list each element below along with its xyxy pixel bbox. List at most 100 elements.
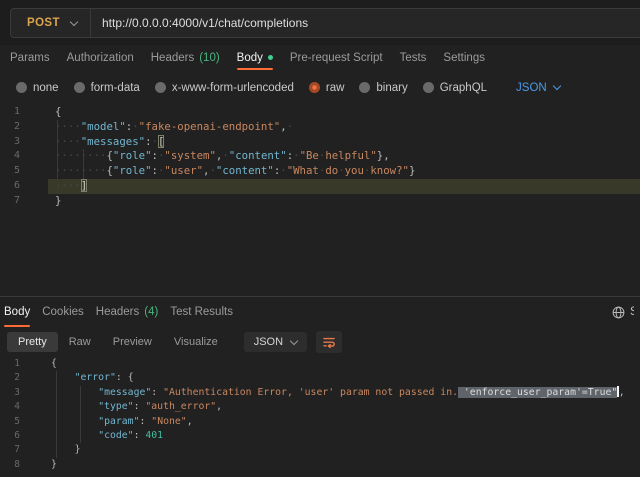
unsaved-changes-dot-icon xyxy=(268,55,273,60)
code-token: ········ xyxy=(55,164,106,177)
radio-icon xyxy=(74,82,85,93)
code-content: } xyxy=(45,458,640,472)
body-type-option-none[interactable]: none xyxy=(16,82,59,94)
code-line: 1{ xyxy=(0,105,640,120)
tab-label: Cookies xyxy=(42,306,84,318)
code-line: 3 "message": "Authentication Error, 'use… xyxy=(0,386,640,400)
response-tab-cookies[interactable]: Cookies xyxy=(42,297,84,327)
indent-guide xyxy=(57,120,58,194)
raw-language-selector[interactable]: JSON xyxy=(516,82,560,94)
code-token: "user" xyxy=(164,164,203,177)
tab-tests[interactable]: Tests xyxy=(400,45,427,70)
indent-guide xyxy=(56,371,57,457)
body-type-option-x-www-form-urlencoded[interactable]: x-www-form-urlencoded xyxy=(155,82,294,94)
response-toolbar: PrettyRawPreviewVisualize JSON xyxy=(0,327,640,357)
line-number: 6 xyxy=(0,179,20,194)
tab-settings[interactable]: Settings xyxy=(443,45,485,70)
code-token: { xyxy=(51,358,57,369)
raw-language-label: JSON xyxy=(516,82,547,94)
view-button-visualize[interactable]: Visualize xyxy=(163,332,229,352)
url-input[interactable]: http://0.0.0.0:4000/v1/chat/completions xyxy=(91,16,308,30)
code-token: "None" xyxy=(151,416,186,427)
code-token: "model" xyxy=(81,120,126,133)
method-selector[interactable]: POST xyxy=(11,9,91,37)
view-button-pretty[interactable]: Pretty xyxy=(7,332,58,352)
tab-label: Body xyxy=(237,52,263,64)
line-number: 3 xyxy=(0,135,20,150)
code-token: "auth_error" xyxy=(145,401,216,412)
response-language-selector[interactable]: JSON xyxy=(244,332,307,352)
globe-icon[interactable] xyxy=(612,306,625,319)
code-content: ········{"role":·"system",·"content":·"B… xyxy=(48,149,640,164)
postman-app: POST http://0.0.0.0:4000/v1/chat/complet… xyxy=(0,0,640,477)
code-content: "param": "None", xyxy=(45,415,640,429)
wrap-text-button[interactable] xyxy=(316,331,342,353)
response-tab-headers[interactable]: Headers (4) xyxy=(96,297,159,327)
body-type-option-raw[interactable]: raw xyxy=(309,82,345,94)
code-content: { xyxy=(45,357,640,371)
code-content: { xyxy=(48,105,640,120)
code-line: 5 "param": "None", xyxy=(0,415,640,429)
response-body-viewer[interactable]: 1{2 "error": {3 "message": "Authenticati… xyxy=(0,357,640,477)
code-token: "content" xyxy=(216,164,274,177)
code-line: 7} xyxy=(0,194,640,209)
code-token: know?" xyxy=(370,164,409,177)
code-token: }, xyxy=(377,149,390,162)
code-token: "Be xyxy=(300,149,319,162)
indent-guide xyxy=(80,386,81,444)
tab-label: Test Results xyxy=(170,306,233,318)
response-section: Body Cookies Headers (4) Test Results S Prett… xyxy=(0,296,640,477)
code-line: 4········{"role":·"system",·"content":·"… xyxy=(0,149,640,164)
body-type-option-graphql[interactable]: GraphQL xyxy=(423,82,487,94)
line-number: 8 xyxy=(0,458,20,472)
code-content: "error": { xyxy=(45,371,640,385)
radio-icon xyxy=(359,82,370,93)
body-type-option-form-data[interactable]: form-data xyxy=(74,82,140,94)
code-content: ····] xyxy=(48,179,640,194)
radio-icon xyxy=(423,82,434,93)
response-tabs-right: S xyxy=(612,297,634,327)
tab-label: Pre-request Script xyxy=(290,52,383,64)
line-number: 6 xyxy=(0,429,20,443)
response-tab-body[interactable]: Body xyxy=(4,297,30,327)
radio-label: x-www-form-urlencoded xyxy=(172,82,294,94)
code-line: 1{ xyxy=(0,357,640,371)
code-line: 2····"model":·"fake-openai-endpoint",· xyxy=(0,120,640,135)
request-url-row: POST http://0.0.0.0:4000/v1/chat/complet… xyxy=(0,0,640,45)
tab-label: Headers xyxy=(96,306,139,318)
chevron-down-icon xyxy=(552,82,560,90)
tab-label: Settings xyxy=(443,52,485,64)
code-content: ····"messages":·[ xyxy=(48,135,640,150)
request-body-editor[interactable]: 1{2····"model":·"fake-openai-endpoint",·… xyxy=(0,105,640,296)
tab-label: Tests xyxy=(400,52,427,64)
code-token: "param" xyxy=(98,416,139,427)
code-token xyxy=(51,387,98,398)
response-tab-test-results[interactable]: Test Results xyxy=(170,297,233,327)
tab-label: Headers xyxy=(151,52,194,64)
tab-label: Body xyxy=(4,306,30,318)
tab-pre-request-script[interactable]: Pre-request Script xyxy=(290,45,383,70)
view-button-preview[interactable]: Preview xyxy=(102,332,163,352)
tab-body[interactable]: Body xyxy=(237,45,273,70)
code-token: { xyxy=(128,372,134,383)
line-number: 2 xyxy=(0,120,20,135)
code-token xyxy=(51,444,75,455)
code-line: 3 ····"messages":·[ xyxy=(0,135,640,150)
radio-icon xyxy=(16,82,27,93)
line-number: 4 xyxy=(0,400,20,414)
code-content: "type": "auth_error", xyxy=(45,400,640,414)
code-token xyxy=(51,401,98,412)
tab-headers[interactable]: Headers(10) xyxy=(151,45,220,70)
radio-icon xyxy=(309,82,320,93)
tab-count-badge: (4) xyxy=(144,306,158,318)
tab-label: Params xyxy=(10,52,50,64)
code-token xyxy=(51,430,98,441)
line-number: 3 xyxy=(0,386,20,400)
code-token: { xyxy=(55,105,61,118)
tab-params[interactable]: Params xyxy=(10,45,50,70)
tab-authorization[interactable]: Authorization xyxy=(67,45,134,70)
code-content: "message": "Authentication Error, 'user'… xyxy=(45,386,640,400)
view-button-raw[interactable]: Raw xyxy=(58,332,102,352)
indent-guide xyxy=(83,149,84,179)
body-type-option-binary[interactable]: binary xyxy=(359,82,407,94)
